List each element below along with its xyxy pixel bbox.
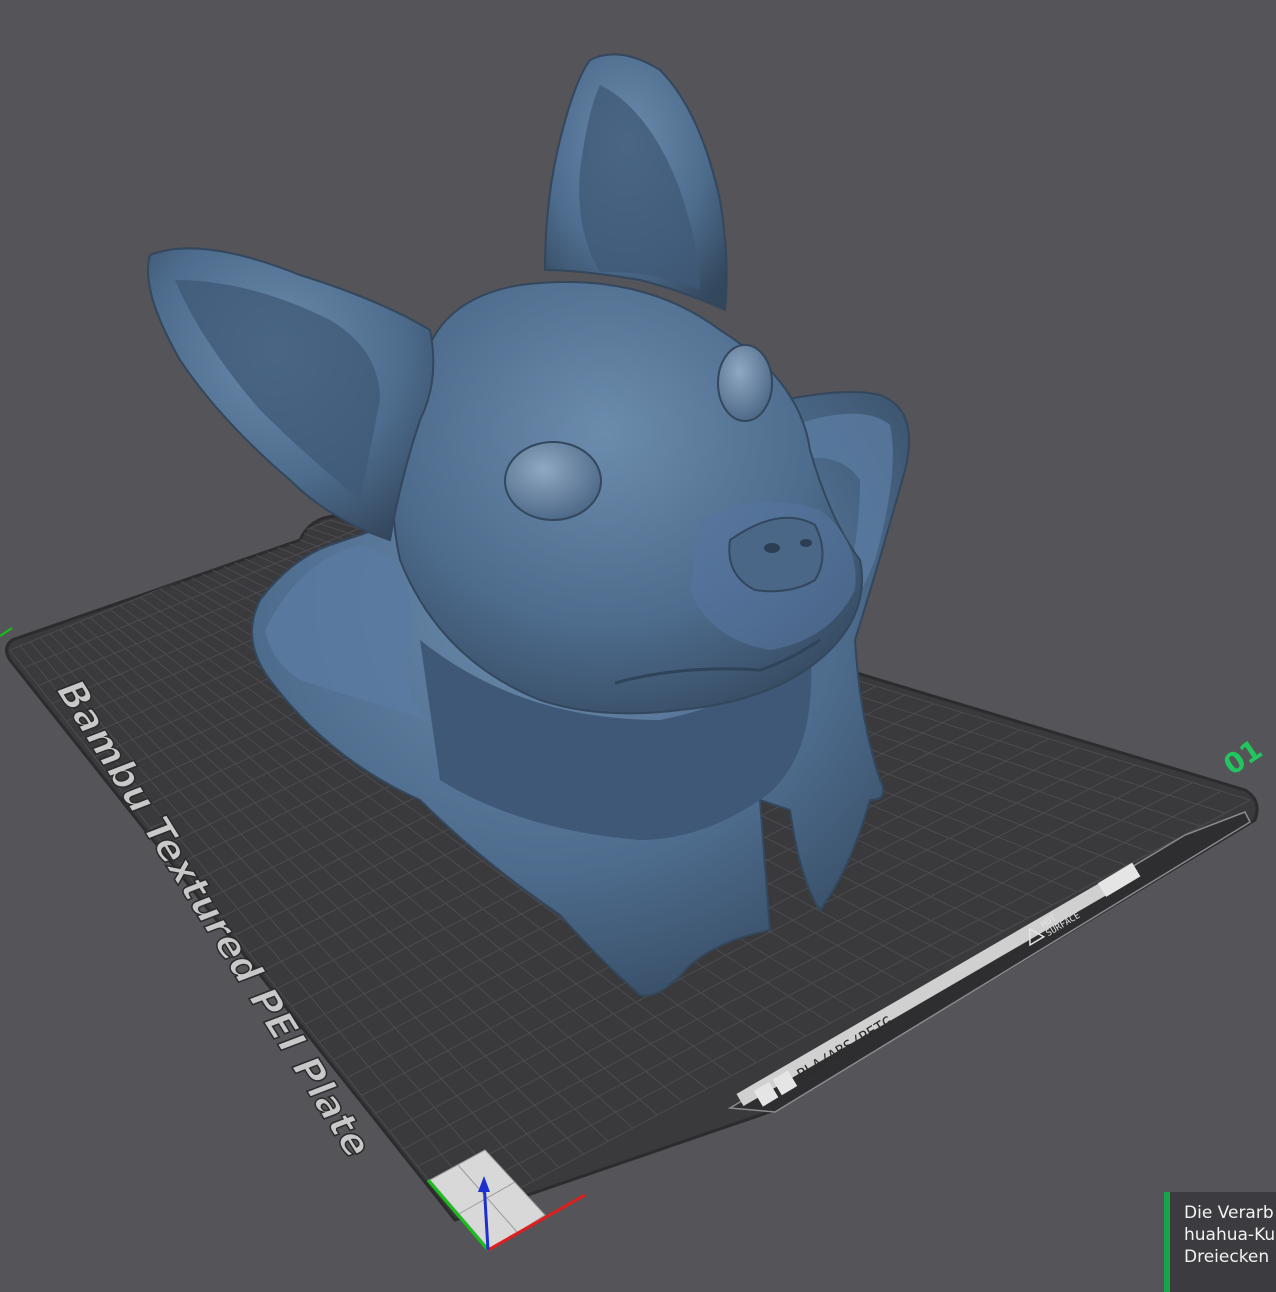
plate-number: 01 [1217,733,1268,782]
3d-viewport[interactable]: Bambu Textured PEI Plate 01 PLA/ABS/PETG… [0,0,1276,1276]
notification-line-2: huahua-Ku [1184,1225,1276,1245]
model-left-eye [504,441,602,521]
notification-line-1: Die Verarb [1184,1203,1274,1223]
model-right-eye [717,344,773,422]
notification-line-3: Dreiecken [1184,1247,1270,1267]
notification-panel[interactable]: Die Verarb huahua-Ku Dreiecken [1164,1192,1276,1292]
